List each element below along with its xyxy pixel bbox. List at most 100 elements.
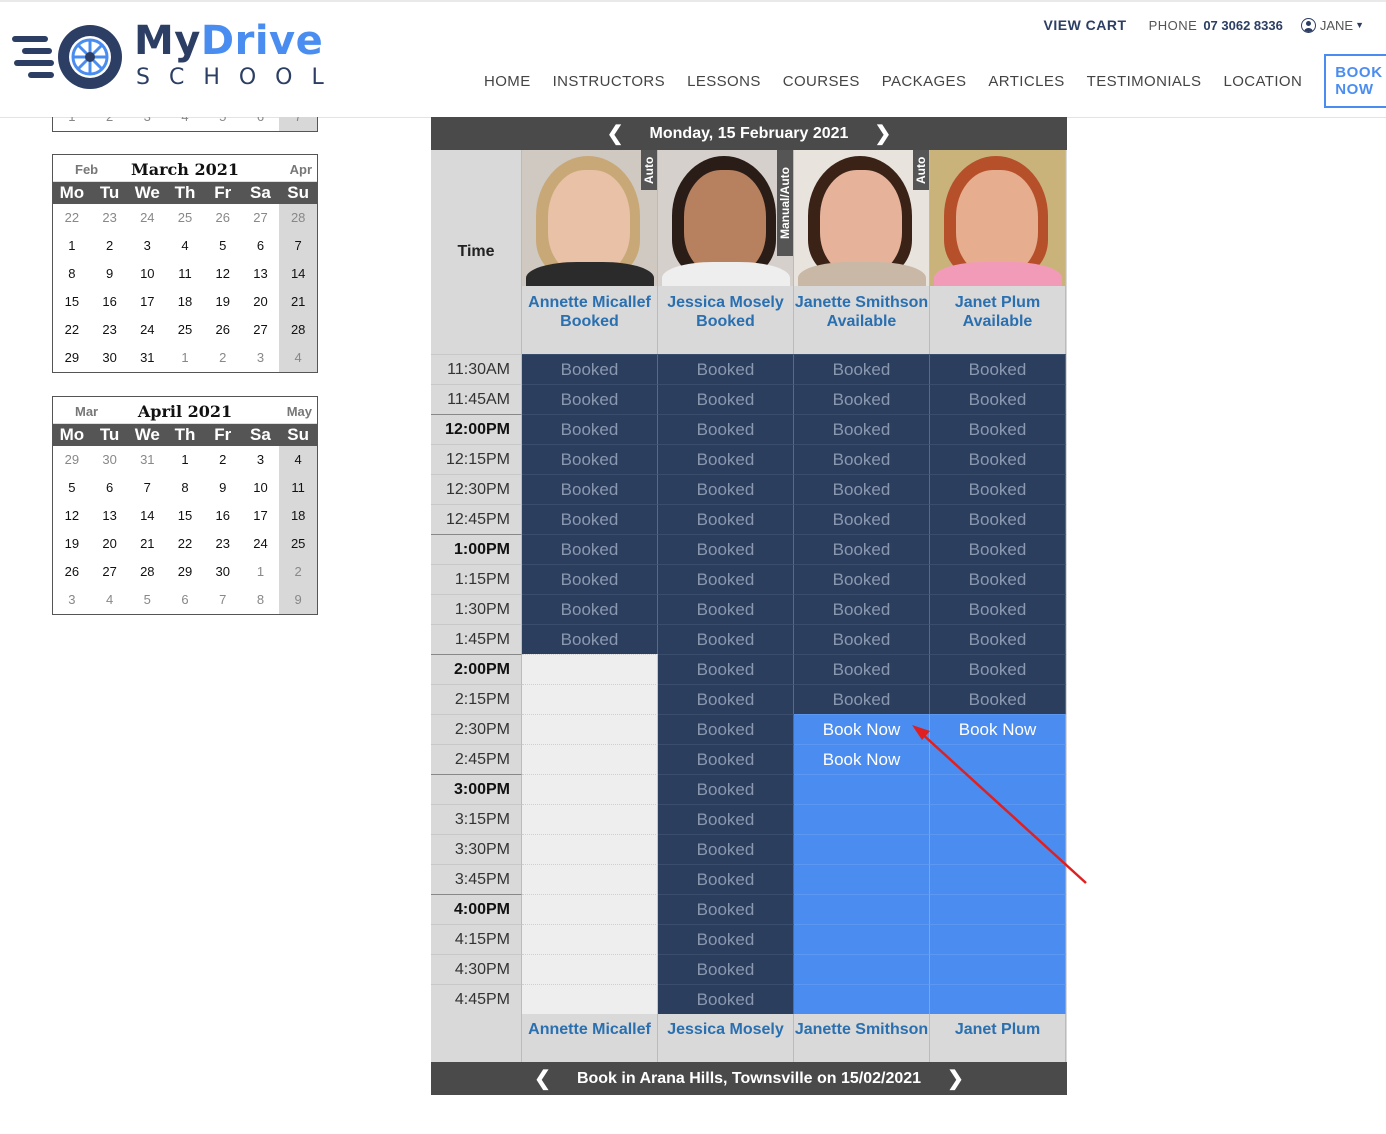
calendar-day[interactable]: 11 (166, 260, 204, 288)
calendar-day[interactable]: 26 (204, 204, 242, 232)
instructor-photo[interactable]: Manual/Auto (658, 150, 794, 286)
calendar-day[interactable]: 7 (279, 117, 317, 131)
calendar-day[interactable]: 29 (53, 446, 91, 474)
calendar-day[interactable]: 4 (279, 344, 318, 372)
calendar-day[interactable]: 19 (204, 288, 242, 316)
calendar-day[interactable]: 3 (128, 232, 166, 260)
nav-instructors[interactable]: INSTRUCTORS (553, 73, 665, 90)
calendar-day[interactable]: 7 (204, 586, 242, 614)
user-menu[interactable]: JANE ▼ (1300, 17, 1364, 33)
view-cart-link[interactable]: VIEW CART (1044, 17, 1127, 33)
instructor-name-footer[interactable]: Jessica Mosely (658, 1014, 794, 1062)
chevron-right-icon[interactable]: ❯ (947, 1066, 964, 1091)
book-now-slot-button[interactable]: Book Now (930, 714, 1066, 744)
calendar-day[interactable]: 4 (166, 117, 204, 131)
calendar-day[interactable]: 28 (279, 316, 318, 344)
calendar-day[interactable]: 3 (242, 344, 280, 372)
calendar-day[interactable]: 6 (242, 232, 280, 260)
book-now-slot-button[interactable]: Book Now (794, 714, 930, 744)
calendar-day[interactable]: 20 (91, 530, 129, 558)
calendar-day[interactable]: 22 (53, 204, 91, 232)
calendar-day[interactable]: 3 (242, 446, 280, 474)
calendar-day[interactable]: 2 (279, 558, 318, 586)
calendar-day[interactable]: 20 (242, 288, 280, 316)
instructor-name-header[interactable]: Annette Micallef Booked (522, 286, 658, 354)
calendar-day[interactable]: 27 (91, 558, 129, 586)
calendar-day[interactable]: 23 (91, 316, 129, 344)
calendar-day[interactable]: 24 (242, 530, 280, 558)
calendar-day[interactable]: 25 (166, 316, 204, 344)
calendar-day[interactable]: 4 (279, 446, 318, 474)
calendar-day[interactable]: 7 (279, 232, 318, 260)
calendar-day[interactable]: 1 (166, 446, 204, 474)
calendar-day[interactable]: 17 (128, 288, 166, 316)
calendar-day[interactable]: 23 (204, 530, 242, 558)
calendar-day[interactable]: 27 (242, 204, 280, 232)
calendar-day[interactable]: 10 (242, 474, 280, 502)
calendar-day[interactable]: 1 (53, 232, 91, 260)
calendar-day[interactable]: 23 (91, 204, 129, 232)
calendar-day[interactable]: 8 (166, 474, 204, 502)
instructor-name-header[interactable]: Jessica Mosely Booked (658, 286, 794, 354)
calendar-day[interactable]: 8 (242, 586, 280, 614)
calendar-day[interactable]: 3 (53, 586, 91, 614)
instructor-name-header[interactable]: Janette Smithson Available (794, 286, 930, 354)
calendar-day[interactable]: 29 (166, 558, 204, 586)
calendar-day[interactable]: 5 (204, 117, 242, 131)
instructor-photo[interactable]: Auto (794, 150, 930, 286)
calendar-day[interactable]: 30 (91, 344, 129, 372)
calendar-day[interactable]: 29 (53, 344, 91, 372)
calendar-day[interactable]: 14 (128, 502, 166, 530)
calendar-day[interactable]: 30 (204, 558, 242, 586)
calendar-next-month[interactable]: Apr (290, 162, 312, 177)
book-now-button[interactable]: BOOK NOW (1324, 54, 1386, 108)
calendar-day[interactable]: 21 (128, 530, 166, 558)
chevron-left-icon[interactable]: ❮ (607, 121, 624, 146)
calendar-day[interactable]: 1 (53, 117, 91, 131)
nav-home[interactable]: HOME (484, 73, 531, 90)
calendar-day[interactable]: 30 (91, 446, 129, 474)
calendar-day[interactable]: 12 (53, 502, 91, 530)
calendar-day[interactable]: 15 (53, 288, 91, 316)
instructor-photo[interactable]: Auto (522, 150, 658, 286)
calendar-day[interactable]: 9 (91, 260, 129, 288)
calendar-day[interactable]: 18 (166, 288, 204, 316)
nav-testimonials[interactable]: TESTIMONIALS (1087, 73, 1202, 90)
instructor-name-footer[interactable]: Janette Smithson (794, 1014, 930, 1062)
calendar-day[interactable]: 4 (91, 586, 129, 614)
calendar-day[interactable]: 27 (242, 316, 280, 344)
calendar-day[interactable]: 16 (91, 288, 129, 316)
calendar-day[interactable]: 13 (242, 260, 280, 288)
calendar-day[interactable]: 16 (204, 502, 242, 530)
calendar-day[interactable]: 26 (53, 558, 91, 586)
chevron-left-icon[interactable]: ❮ (534, 1066, 551, 1091)
calendar-day[interactable]: 24 (128, 316, 166, 344)
calendar-day[interactable]: 18 (279, 502, 318, 530)
instructor-name-footer[interactable]: Janet Plum (930, 1014, 1066, 1062)
calendar-day[interactable]: 2 (204, 446, 242, 474)
calendar-day[interactable]: 28 (279, 204, 318, 232)
nav-lessons[interactable]: LESSONS (687, 73, 761, 90)
calendar-day[interactable]: 31 (128, 344, 166, 372)
chevron-right-icon[interactable]: ❯ (874, 121, 891, 146)
calendar-day[interactable]: 24 (128, 204, 166, 232)
nav-courses[interactable]: COURSES (783, 73, 860, 90)
calendar-day[interactable]: 1 (166, 344, 204, 372)
calendar-day[interactable]: 22 (166, 530, 204, 558)
calendar-day[interactable]: 15 (166, 502, 204, 530)
calendar-day[interactable]: 2 (91, 232, 129, 260)
calendar-day[interactable]: 9 (204, 474, 242, 502)
calendar-day[interactable]: 13 (91, 502, 129, 530)
calendar-day[interactable]: 6 (166, 586, 204, 614)
calendar-day[interactable]: 10 (128, 260, 166, 288)
calendar-day[interactable]: 28 (128, 558, 166, 586)
calendar-day[interactable]: 25 (166, 204, 204, 232)
phone-number[interactable]: 07 3062 8336 (1203, 18, 1283, 33)
calendar-day[interactable]: 31 (128, 446, 166, 474)
calendar-day[interactable]: 8 (53, 260, 91, 288)
calendar-day[interactable]: 21 (279, 288, 318, 316)
calendar-day[interactable]: 7 (128, 474, 166, 502)
calendar-day[interactable]: 2 (204, 344, 242, 372)
calendar-day[interactable]: 5 (53, 474, 91, 502)
calendar-day[interactable]: 6 (242, 117, 280, 131)
